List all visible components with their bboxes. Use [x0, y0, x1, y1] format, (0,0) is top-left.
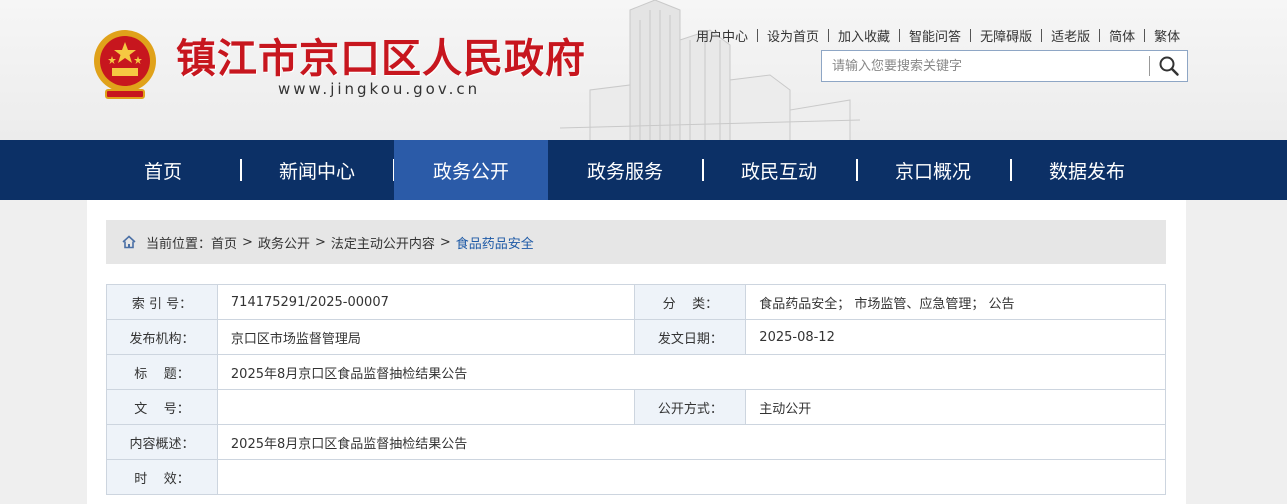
search-divider — [1149, 56, 1150, 76]
divider — [757, 28, 759, 42]
toplink-elderly-mode[interactable]: 适老版 — [1051, 26, 1090, 45]
site-name: 镇江市京口区人民政府 — [176, 35, 586, 82]
table-row: 文 号： 公开方式： 主动公开 — [106, 389, 1166, 425]
divider — [899, 28, 901, 42]
toplink-accessibility[interactable]: 无障碍版 — [980, 26, 1032, 45]
title-label: 标 题： — [106, 354, 218, 390]
date-value: 2025-08-12 — [745, 319, 1166, 355]
doc-number-label: 文 号： — [106, 389, 218, 425]
toplink-add-favorite[interactable]: 加入收藏 — [838, 26, 890, 45]
disclosure-label: 公开方式： — [634, 389, 747, 425]
search-box — [821, 50, 1188, 82]
table-row: 索 引 号： 714175291/2025-00007 分 类： 食品药品安全；… — [106, 284, 1166, 320]
nav-home[interactable]: 首页 — [86, 140, 240, 200]
nav-interaction[interactable]: 政民互动 — [702, 140, 856, 200]
index-value: 714175291/2025-00007 — [216, 284, 636, 320]
nav-gov-affairs-open[interactable]: 政务公开 — [394, 140, 548, 200]
divider — [1099, 28, 1101, 42]
publisher-value: 京口区市场监督管理局 — [216, 319, 636, 355]
toplink-smart-qa[interactable]: 智能问答 — [909, 26, 961, 45]
publisher-label: 发布机构： — [106, 319, 218, 355]
table-row: 标 题： 2025年8月京口区食品监督抽检结果公告 — [106, 354, 1167, 390]
breadcrumb-gov-affairs[interactable]: 政务公开 — [258, 233, 310, 252]
city-skyline-illustration — [560, 0, 860, 140]
breadcrumb-separator: > — [439, 234, 451, 250]
toplink-user-center[interactable]: 用户中心 — [696, 26, 748, 45]
divider — [970, 28, 972, 42]
document-info-table: 索 引 号： 714175291/2025-00007 分 类： 食品药品安全；… — [106, 284, 1167, 495]
breadcrumb-separator: > — [314, 234, 326, 250]
nav-gov-services[interactable]: 政务服务 — [548, 140, 702, 200]
toplink-simplified[interactable]: 简体 — [1109, 26, 1135, 45]
breadcrumb-separator: > — [242, 234, 253, 250]
search-button[interactable] — [1154, 53, 1184, 79]
divider — [1041, 28, 1043, 42]
breadcrumb-prefix: 当前位置： — [146, 236, 212, 252]
breadcrumb: 当前位置： 首页 > 政务公开 > 法定主动公开内容 > 食品药品安全 — [106, 220, 1166, 264]
main-nav: 首页 新闻中心 政务公开 政务服务 政民互动 京口概况 数据发布 — [0, 140, 1287, 200]
breadcrumb-current[interactable]: 食品药品安全 — [456, 233, 534, 252]
nav-jingkou-overview[interactable]: 京口概况 — [856, 140, 1010, 200]
national-emblem-logo — [94, 30, 156, 99]
validity-value — [216, 459, 1167, 495]
breadcrumb-statutory-content[interactable]: 法定主动公开内容 — [331, 233, 435, 252]
search-input[interactable] — [822, 51, 1148, 81]
category-value: 食品药品安全； 市场监管、应急管理； 公告 — [745, 284, 1166, 320]
table-row: 时 效： — [106, 459, 1167, 495]
table-row: 内容概述： 2025年8月京口区食品监督抽检结果公告 — [106, 424, 1167, 460]
divider — [828, 28, 830, 42]
doc-number-value — [216, 389, 636, 425]
site-header: 镇江市京口区人民政府 www.jingkou.gov.cn 用户中心 设为首页 … — [0, 0, 1287, 140]
table-row: 发布机构： 京口区市场监督管理局 发文日期： 2025-08-12 — [106, 319, 1166, 355]
nav-data-release[interactable]: 数据发布 — [1010, 140, 1164, 200]
summary-value: 2025年8月京口区食品监督抽检结果公告 — [216, 424, 1167, 460]
top-links: 用户中心 设为首页 加入收藏 智能问答 无障碍版 适老版 简体 繁体 — [696, 26, 1180, 45]
breadcrumb-home[interactable]: 首页 — [211, 233, 237, 252]
date-label: 发文日期： — [634, 319, 747, 355]
toplink-set-homepage[interactable]: 设为首页 — [767, 26, 819, 45]
summary-label: 内容概述： — [106, 424, 218, 460]
nav-news-center[interactable]: 新闻中心 — [240, 140, 394, 200]
category-label: 分 类： — [634, 284, 747, 320]
validity-label: 时 效： — [106, 459, 218, 495]
toplink-traditional[interactable]: 繁体 — [1154, 26, 1180, 45]
disclosure-value: 主动公开 — [745, 389, 1166, 425]
site-url: www.jingkou.gov.cn — [278, 80, 481, 98]
divider — [1144, 28, 1146, 42]
title-value: 2025年8月京口区食品监督抽检结果公告 — [216, 354, 1167, 390]
index-label: 索 引 号： — [106, 284, 218, 320]
search-icon — [1159, 56, 1179, 76]
home-icon — [122, 235, 136, 249]
